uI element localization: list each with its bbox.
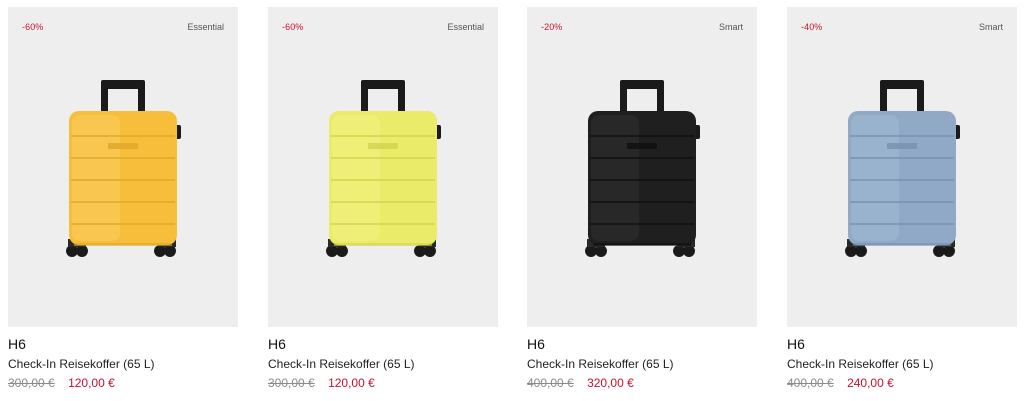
product-image[interactable]: -60% Essential	[268, 7, 498, 327]
suitcase-highlight	[591, 115, 639, 241]
product-description[interactable]: Check-In Reisekoffer (65 L)	[8, 357, 155, 371]
handle-grip	[101, 80, 145, 89]
suitcase-image	[66, 80, 181, 257]
handle-grip	[880, 80, 924, 89]
original-price: 300,00 €	[268, 376, 315, 390]
logo-plate	[887, 143, 917, 149]
product-description[interactable]: Check-In Reisekoffer (65 L)	[787, 357, 934, 371]
sale-price: 320,00 €	[587, 376, 634, 390]
handle-grip	[361, 80, 405, 89]
suitcase-rib	[331, 223, 435, 225]
suitcase-rib	[590, 157, 694, 159]
logo-plate	[108, 143, 138, 149]
product-description[interactable]: Check-In Reisekoffer (65 L)	[268, 357, 415, 371]
suitcase-rib	[850, 223, 954, 225]
handle-grip	[620, 80, 664, 89]
suitcase-rib	[331, 201, 435, 203]
price-row: 400,00 € 240,00 €	[787, 376, 894, 390]
suitcase-rib	[331, 135, 435, 137]
suitcase-base	[593, 243, 691, 246]
suitcase-image	[326, 80, 441, 257]
product-image[interactable]: -20% Smart	[527, 7, 757, 327]
price-row: 400,00 € 320,00 €	[527, 376, 634, 390]
suitcase-rib	[590, 201, 694, 203]
original-price: 300,00 €	[8, 376, 55, 390]
suitcase-rib	[850, 179, 954, 181]
suitcase-rib	[71, 179, 175, 181]
price-row: 300,00 € 120,00 €	[8, 376, 115, 390]
suitcase-rib	[590, 179, 694, 181]
sale-price: 120,00 €	[68, 376, 115, 390]
product-card[interactable]: -60% Essential H6 Check-In Reisekoffer (…	[8, 7, 238, 397]
suitcase-highlight	[72, 115, 120, 241]
suitcase-rib	[590, 223, 694, 225]
suitcase-rib	[850, 157, 954, 159]
suitcase-rib	[331, 179, 435, 181]
suitcase-rib	[71, 223, 175, 225]
suitcase-base	[74, 243, 172, 246]
suitcase-rib	[71, 201, 175, 203]
product-model[interactable]: H6	[268, 336, 286, 352]
suitcase-rib	[850, 201, 954, 203]
suitcase-highlight	[332, 115, 380, 241]
price-row: 300,00 € 120,00 €	[268, 376, 375, 390]
suitcase-image	[845, 80, 960, 257]
logo-plate	[368, 143, 398, 149]
suitcase-rib	[590, 135, 694, 137]
suitcase-rib	[71, 135, 175, 137]
suitcase-highlight	[851, 115, 899, 241]
suitcase-rib	[71, 157, 175, 159]
product-image[interactable]: -40% Smart	[787, 7, 1017, 327]
suitcase-rib	[850, 135, 954, 137]
product-model[interactable]: H6	[527, 336, 545, 352]
product-model[interactable]: H6	[8, 336, 26, 352]
product-card[interactable]: -40% Smart H6 Check-In Reisekoffer (65 L…	[787, 7, 1017, 397]
product-description[interactable]: Check-In Reisekoffer (65 L)	[527, 357, 674, 371]
suitcase-image	[585, 80, 700, 257]
original-price: 400,00 €	[527, 376, 574, 390]
product-card[interactable]: -20% Smart H6 Check-In Reisekoffer (65 L…	[527, 7, 757, 397]
original-price: 400,00 €	[787, 376, 834, 390]
product-model[interactable]: H6	[787, 336, 805, 352]
suitcase-base	[334, 243, 432, 246]
product-image[interactable]: -60% Essential	[8, 7, 238, 327]
sale-price: 240,00 €	[847, 376, 894, 390]
suitcase-base	[853, 243, 951, 246]
logo-plate	[627, 143, 657, 149]
product-grid: -60% Essential H6 Check-In Reisekoffer (…	[0, 0, 1024, 401]
product-card[interactable]: -60% Essential H6 Check-In Reisekoffer (…	[268, 7, 498, 397]
suitcase-rib	[331, 157, 435, 159]
sale-price: 120,00 €	[328, 376, 375, 390]
